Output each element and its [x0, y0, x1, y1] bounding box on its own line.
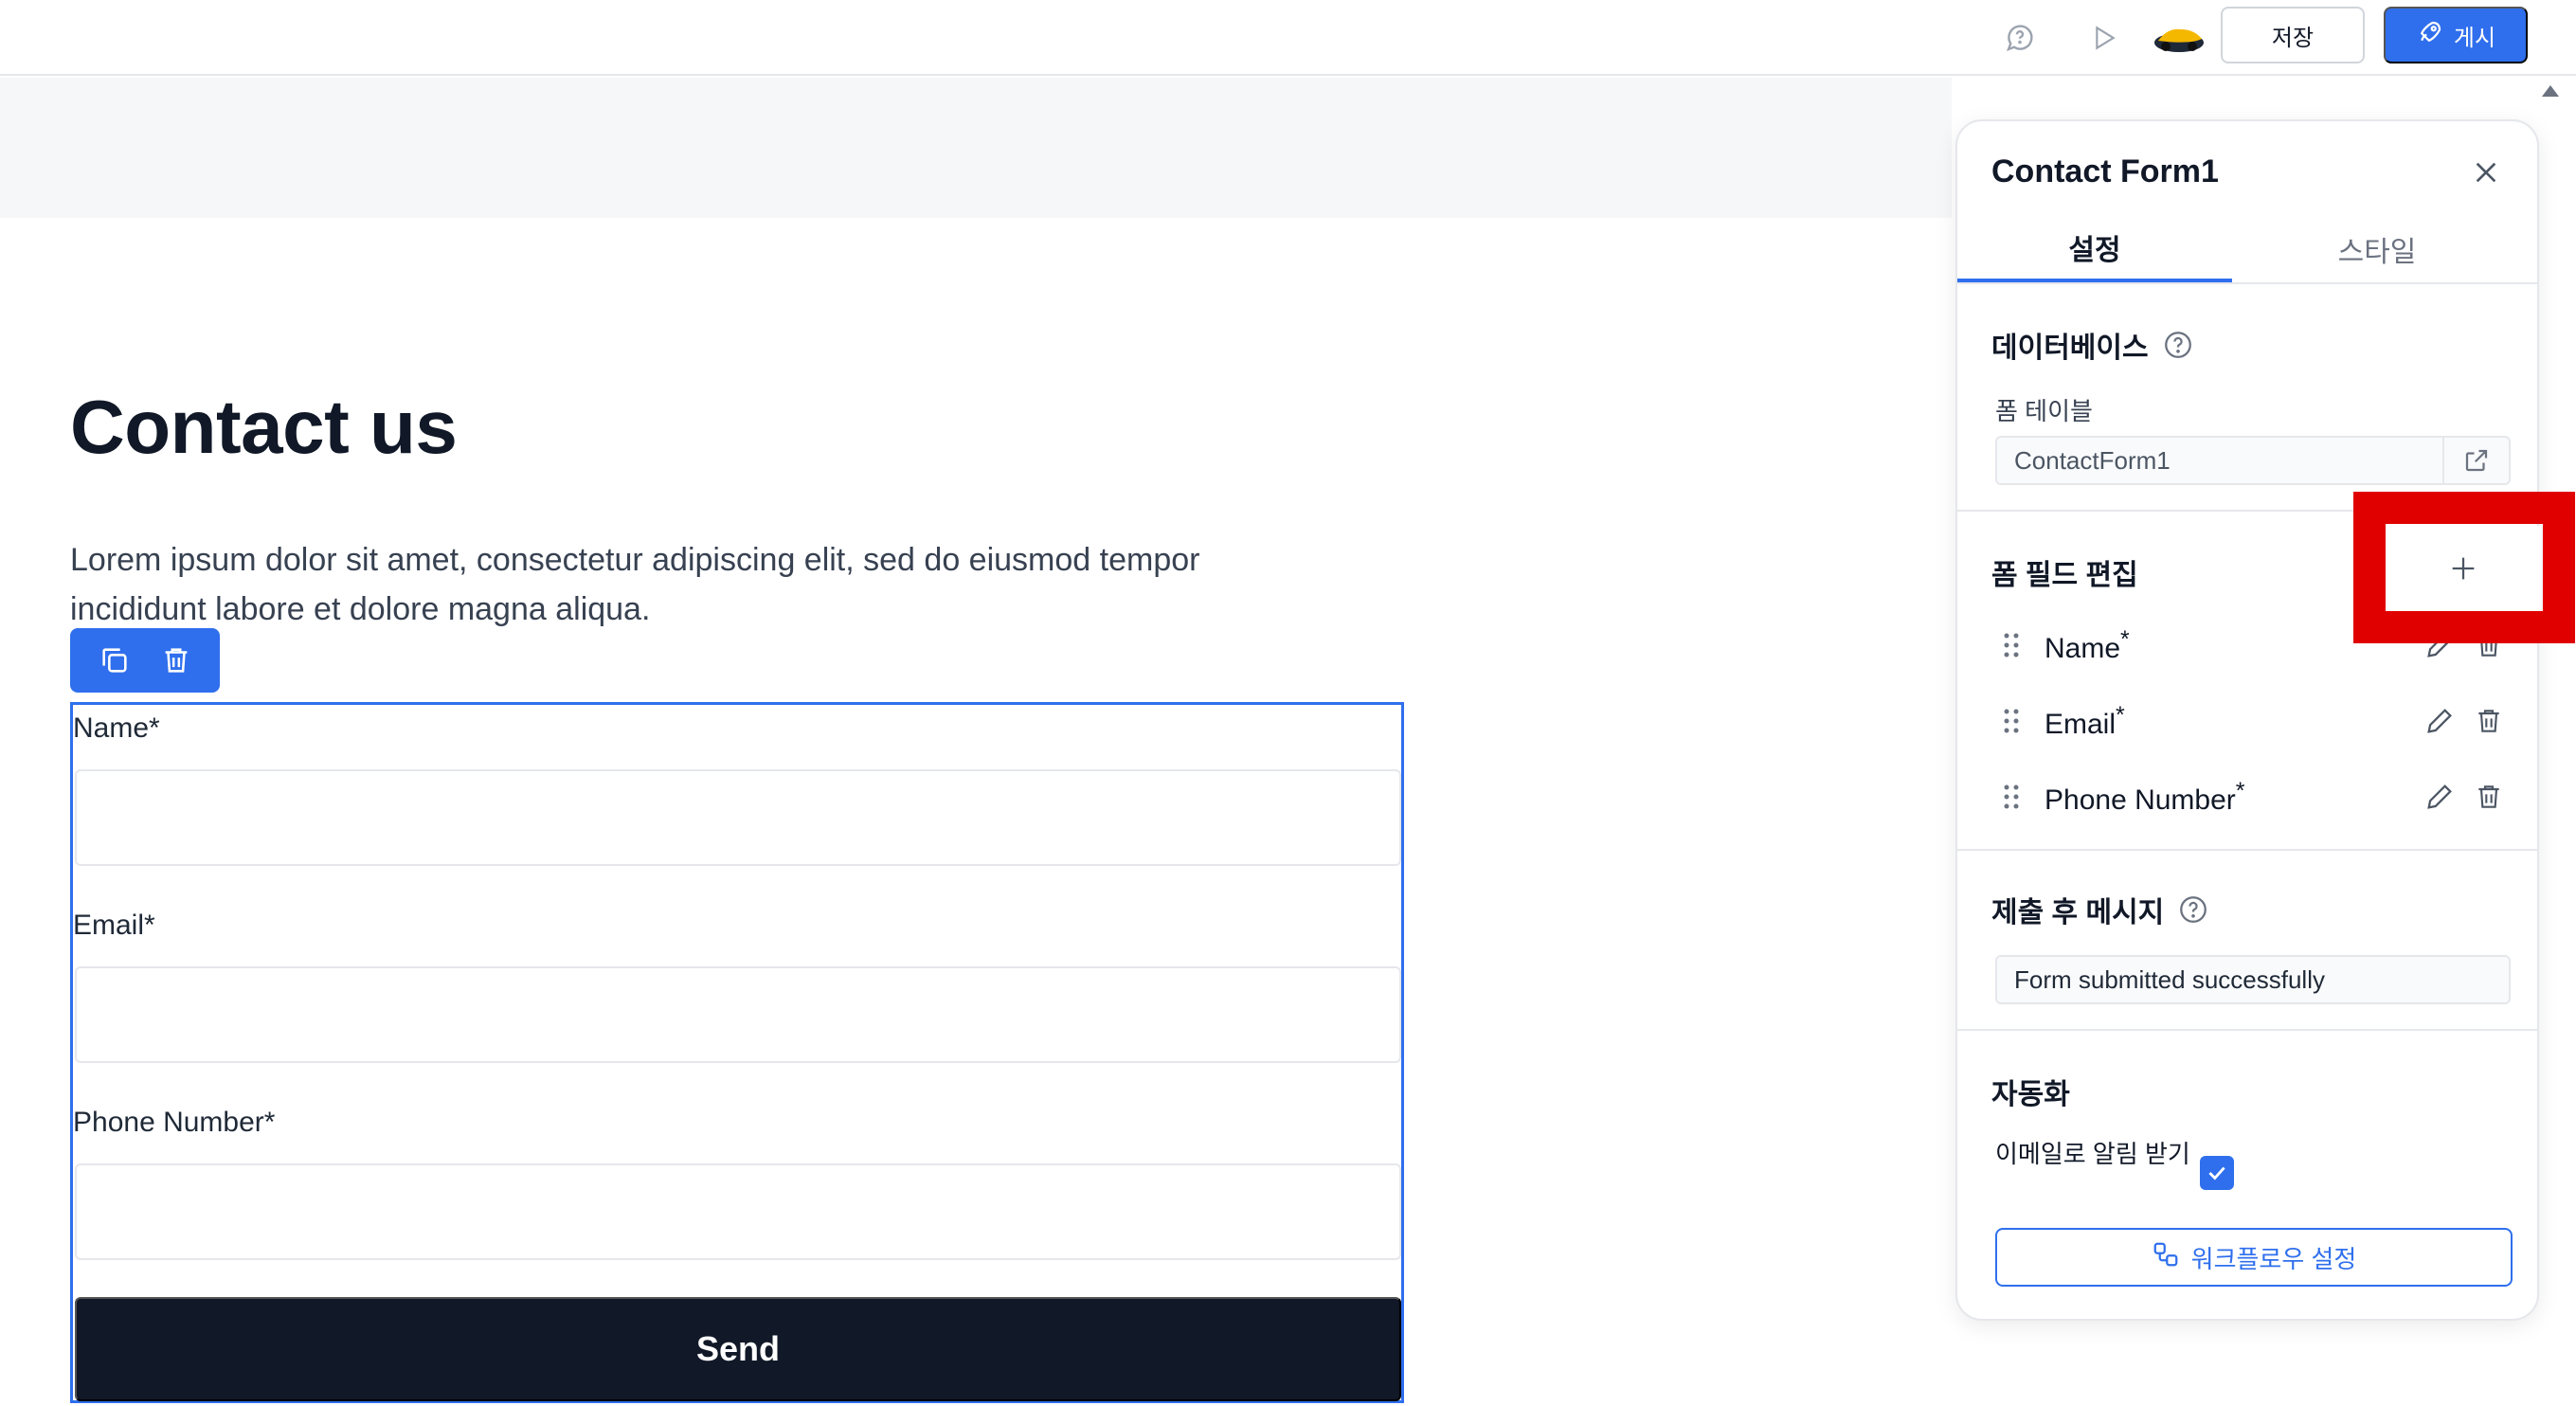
canvas-header-band: [0, 78, 1952, 218]
drag-handle-icon[interactable]: [1995, 781, 2027, 813]
field-list-item-name[interactable]: Name*: [1995, 622, 2507, 669]
avatar[interactable]: [2153, 17, 2206, 59]
section-divider: [1957, 510, 2537, 512]
drag-handle-icon[interactable]: [1995, 629, 2027, 661]
workflow-settings-button[interactable]: 워크플로우 설정: [1995, 1228, 2513, 1287]
after-submit-title-text: 제출 후 메시지: [1991, 897, 2165, 928]
tab-divider: [1957, 282, 2537, 284]
edit-pencil-icon[interactable]: [2422, 627, 2458, 663]
trash-icon[interactable]: [155, 640, 197, 681]
workflow-settings-label: 워크플로우 설정: [2190, 1244, 2357, 1273]
check-icon: [2208, 1166, 2225, 1181]
close-icon[interactable]: [2465, 152, 2507, 193]
save-button[interactable]: 저장: [2221, 7, 2365, 63]
field-list-item-label: Phone Number*: [2045, 777, 2245, 816]
email-input[interactable]: [75, 966, 1401, 1063]
email-notify-label: 이메일로 알림 받기: [1995, 1140, 2190, 1168]
field-list-item-phone[interactable]: Phone Number*: [1995, 773, 2507, 820]
trash-icon[interactable]: [2471, 627, 2507, 663]
panel-title: Contact Form1: [1991, 153, 2219, 189]
field-edit-title-text: 폼 필드 편집: [1991, 560, 2138, 591]
play-preview-icon[interactable]: [2082, 17, 2124, 59]
form-table-field: ContactForm1: [1995, 436, 2511, 485]
edit-pencil-icon[interactable]: [2422, 703, 2458, 739]
automation-section-title: 자동화: [1991, 1071, 2070, 1112]
contact-form[interactable]: Name* Email* Phone Number* Send: [70, 702, 1404, 1403]
form-table-value: ContactForm1: [2014, 445, 2171, 475]
edit-pencil-icon[interactable]: [2422, 779, 2458, 815]
publish-label: 게시: [2453, 25, 2496, 51]
external-link-icon[interactable]: [2442, 438, 2509, 483]
phone-field-label: Phone Number*: [73, 1107, 276, 1138]
trash-icon[interactable]: [2471, 703, 2507, 739]
publish-button[interactable]: 게시: [2384, 7, 2528, 63]
form-table-label: 폼 테이블: [1995, 397, 2093, 425]
workflow-icon: [2152, 1240, 2180, 1275]
after-submit-message-value: Form submitted successfully: [2014, 964, 2325, 994]
tab-style[interactable]: 스타일: [2240, 216, 2514, 282]
comment-icon[interactable]: [1999, 17, 2041, 59]
settings-panel: Contact Form1 설정 스타일 데이터베이스 폼 테이블 Contac…: [1955, 119, 2539, 1321]
scrollbar-up-arrow[interactable]: [2542, 85, 2559, 97]
field-edit-section-title: 폼 필드 편집: [1991, 551, 2138, 593]
duplicate-icon[interactable]: [94, 640, 135, 681]
database-section-title: 데이터베이스: [1991, 324, 2194, 366]
section-divider: [1957, 1029, 2537, 1031]
email-field-label: Email*: [73, 910, 155, 941]
top-toolbar: 저장 게시: [0, 0, 2576, 76]
after-submit-message-input[interactable]: Form submitted successfully: [1995, 955, 2511, 1004]
phone-input[interactable]: [75, 1163, 1401, 1260]
automation-title-text: 자동화: [1991, 1079, 2070, 1110]
drag-handle-icon[interactable]: [1995, 705, 2027, 737]
plus-icon: [2452, 557, 2475, 580]
tab-settings[interactable]: 설정: [1957, 216, 2232, 282]
section-divider: [1957, 849, 2537, 851]
name-field-label: Name*: [73, 712, 160, 744]
add-field-button[interactable]: [2386, 526, 2541, 611]
trash-icon[interactable]: [2471, 779, 2507, 815]
field-list-item-email[interactable]: Email*: [1995, 697, 2507, 745]
field-list-item-label: Name*: [2045, 625, 2130, 664]
help-icon[interactable]: [2162, 329, 2194, 361]
help-icon[interactable]: [2177, 893, 2209, 926]
page-description: Lorem ipsum dolor sit amet, consectetur …: [70, 542, 1200, 627]
rocket-icon: [2416, 18, 2444, 53]
send-button[interactable]: Send: [75, 1297, 1401, 1401]
field-list-item-label: Email*: [2045, 701, 2125, 740]
after-submit-section-title: 제출 후 메시지: [1991, 889, 2209, 930]
page-title: Contact us: [70, 385, 458, 469]
database-title-text: 데이터베이스: [1991, 333, 2149, 364]
name-input[interactable]: [75, 769, 1401, 866]
email-notify-checkbox[interactable]: [2200, 1156, 2234, 1190]
element-toolbar: [70, 628, 220, 693]
